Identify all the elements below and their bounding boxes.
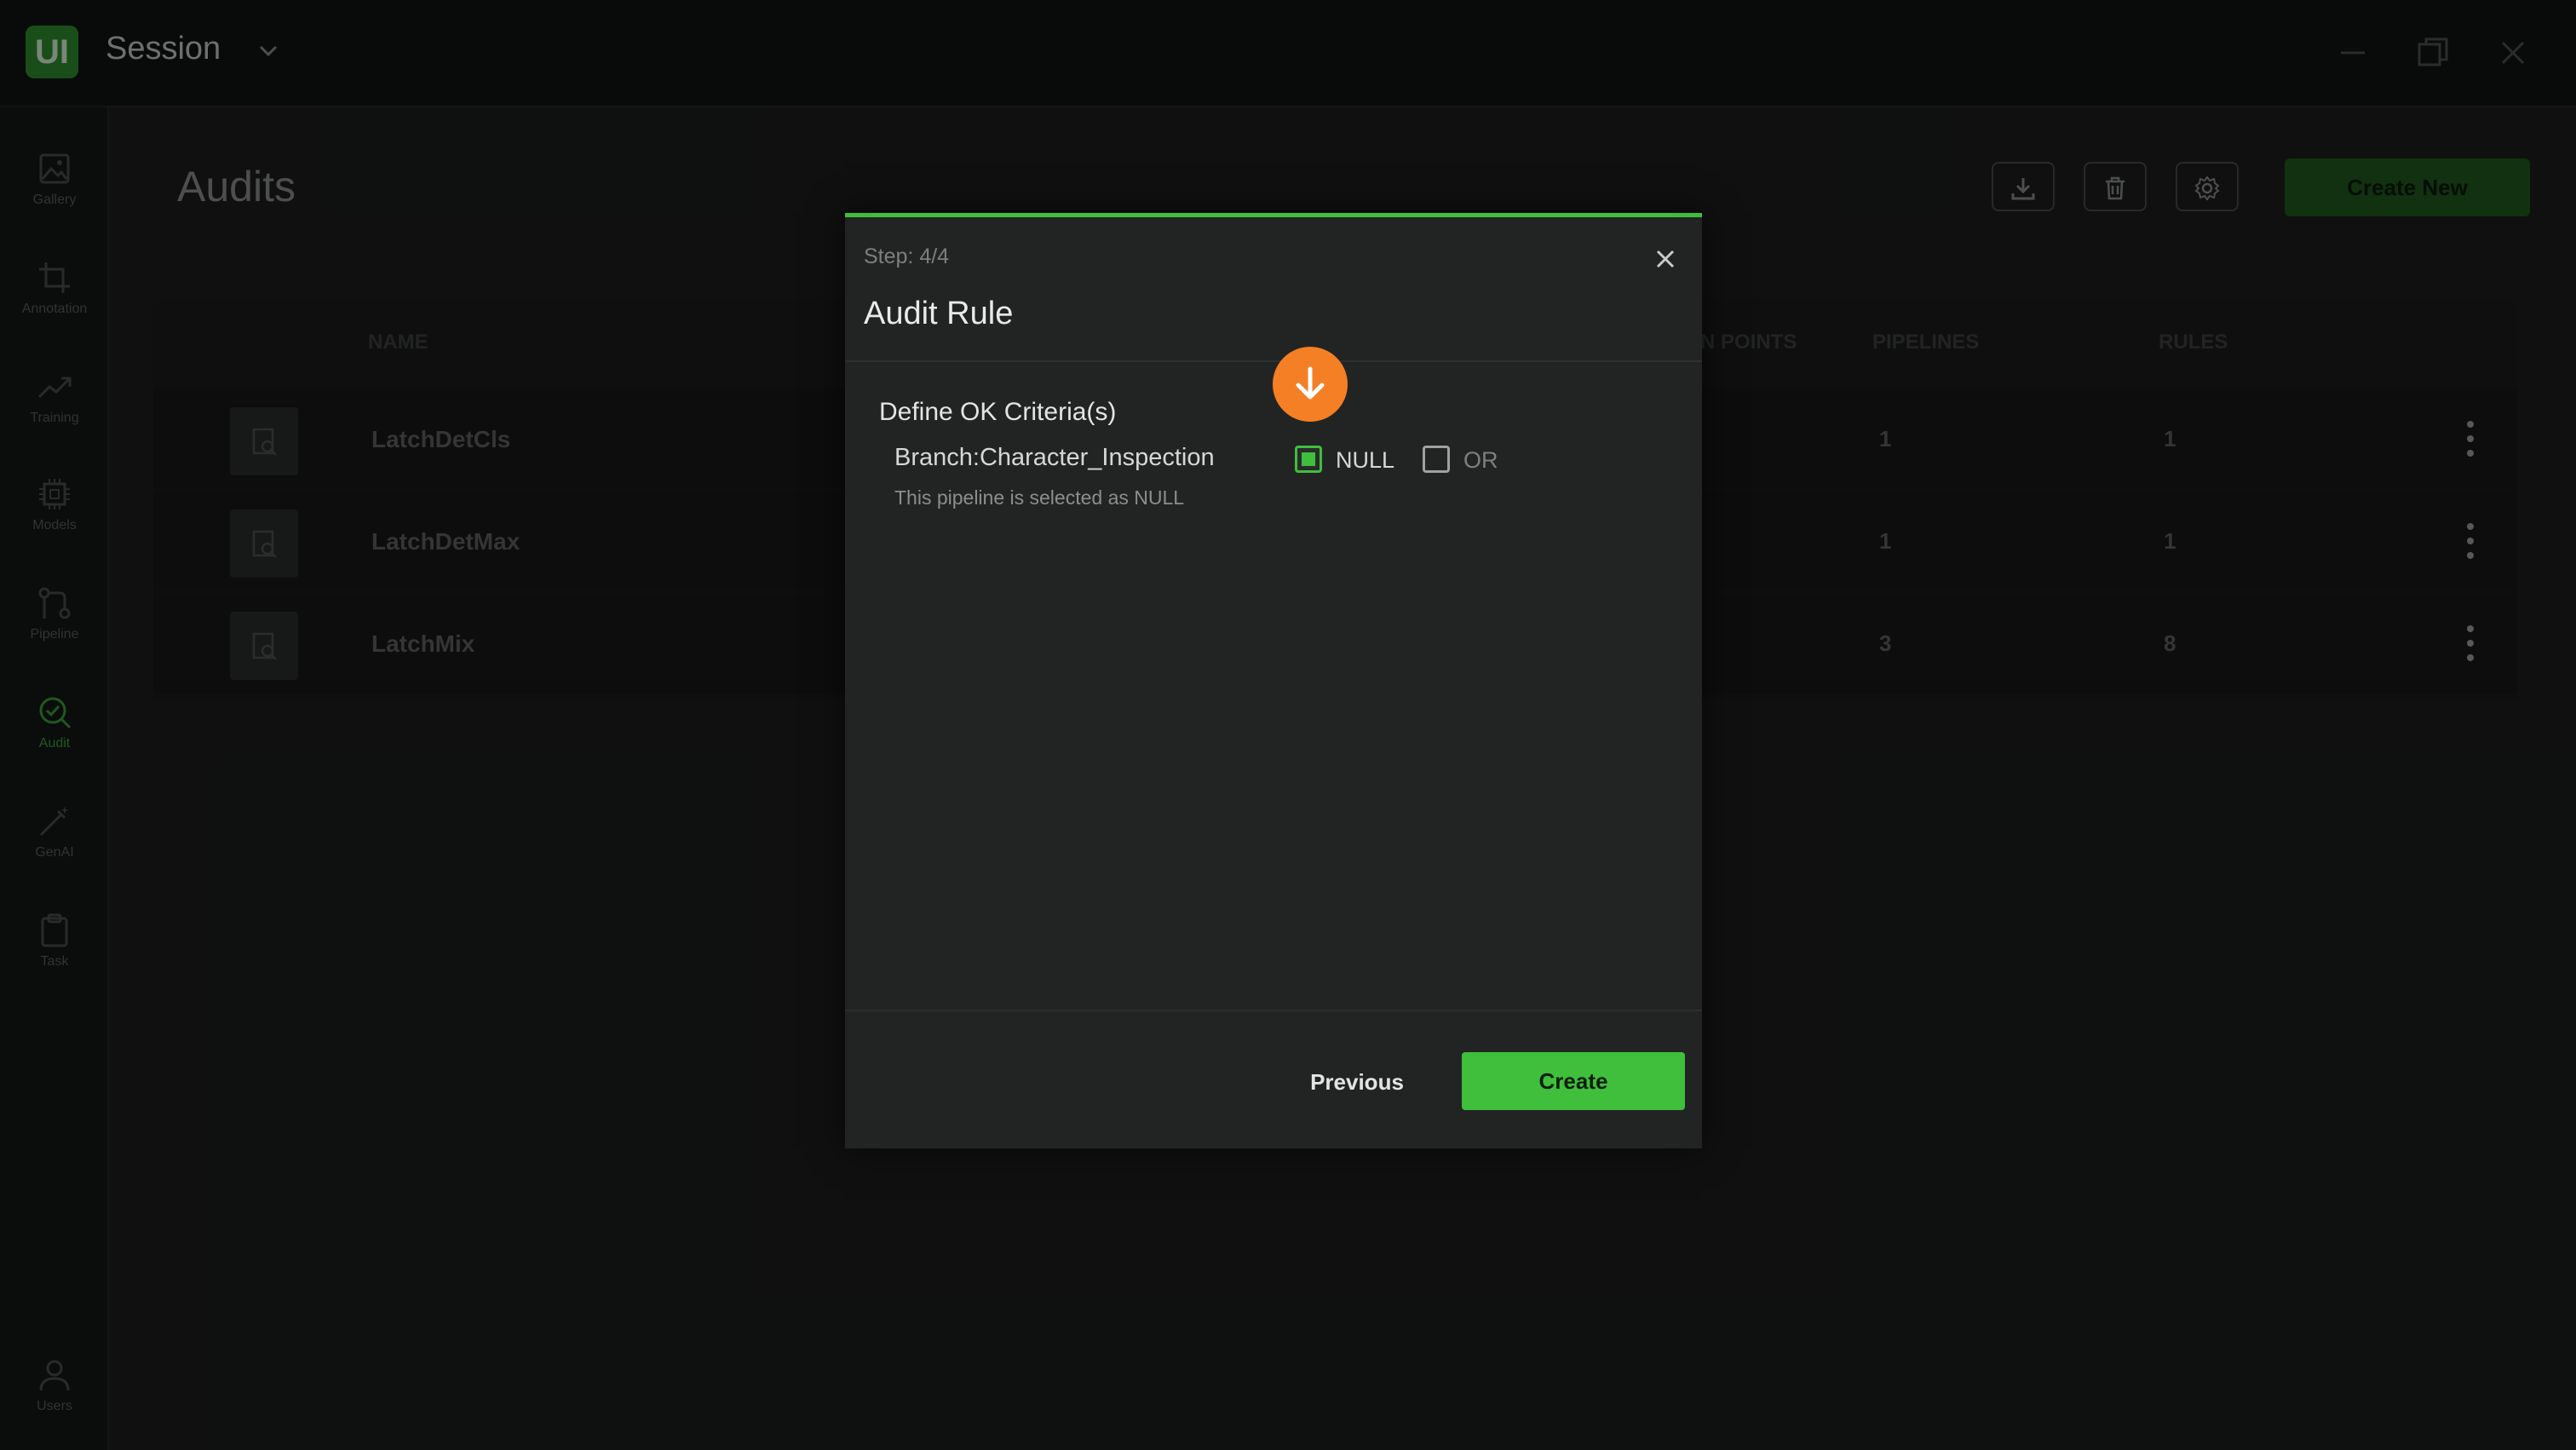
- audit-rule-dialog: Step: 4/4 Audit Rule Define OK Criteria(…: [845, 213, 1702, 1148]
- null-checkbox-label[interactable]: NULL: [1336, 447, 1394, 474]
- divider: [845, 360, 1702, 362]
- create-button[interactable]: Create: [1462, 1052, 1685, 1110]
- close-icon[interactable]: [1654, 248, 1676, 270]
- arrow-down-icon: [1296, 366, 1325, 400]
- checkbox-fill: [1302, 452, 1315, 466]
- selection-hint: This pipeline is selected as NULL: [894, 486, 1185, 509]
- section-title: Define OK Criteria(s): [879, 398, 1117, 426]
- or-checkbox[interactable]: [1423, 446, 1450, 473]
- step-indicator: Step: 4/4: [864, 245, 950, 268]
- arrow-down-pointer-icon: [1273, 347, 1348, 422]
- app-window: UI Session Gallery Annotation Training M…: [0, 0, 2576, 1450]
- or-checkbox-label[interactable]: OR: [1463, 447, 1498, 474]
- divider: [845, 1010, 1702, 1011]
- previous-button[interactable]: Previous: [1293, 1054, 1421, 1110]
- branch-label: Branch:Character_Inspection: [894, 444, 1215, 471]
- null-checkbox[interactable]: [1295, 446, 1322, 473]
- dialog-title: Audit Rule: [864, 296, 1014, 331]
